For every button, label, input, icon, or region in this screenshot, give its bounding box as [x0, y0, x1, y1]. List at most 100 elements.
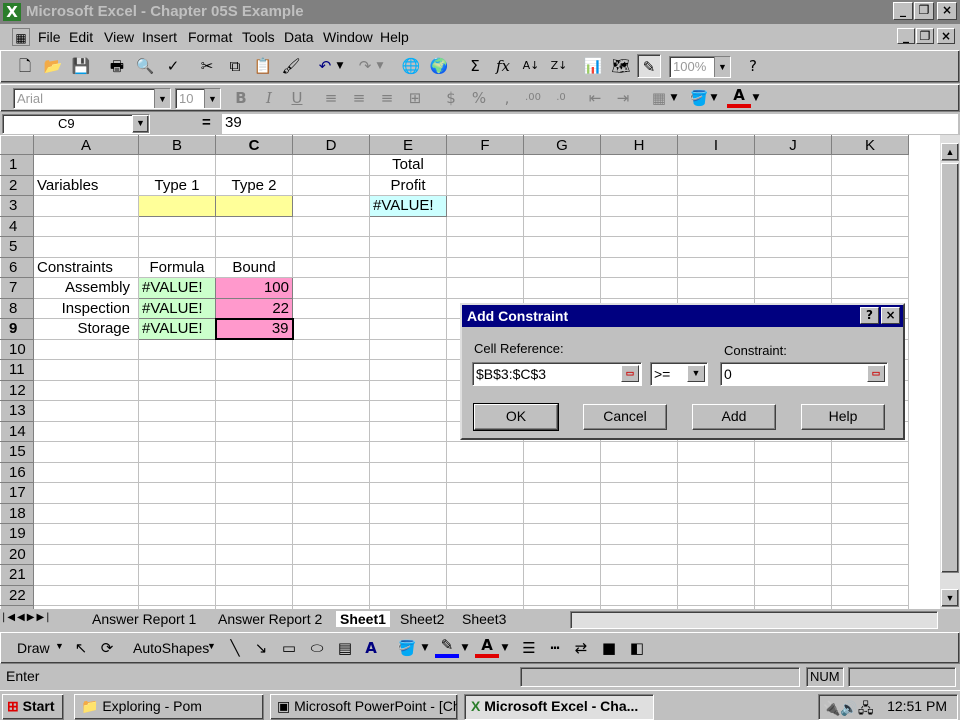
cell-f6[interactable] [446, 256, 524, 278]
cell-d18[interactable] [292, 502, 370, 524]
cell-k16[interactable] [831, 461, 909, 483]
cell-j3[interactable] [754, 195, 832, 217]
cell-d14[interactable] [292, 420, 370, 442]
tray-icons[interactable]: 🔌🔊🖧 [823, 700, 873, 716]
cell-d21[interactable] [292, 564, 370, 586]
cell-d10[interactable] [292, 338, 370, 360]
italic-icon[interactable]: I [257, 86, 281, 110]
column-header-i[interactable]: I [677, 135, 755, 155]
cell-e16[interactable] [369, 461, 447, 483]
row-header[interactable]: 22 [0, 584, 34, 606]
cell-g1[interactable] [523, 154, 601, 176]
row-header[interactable]: 14 [0, 420, 34, 442]
cell-i2[interactable] [677, 174, 755, 196]
cell-d9[interactable] [292, 318, 370, 340]
row-header[interactable]: 20 [0, 543, 34, 565]
cell-a14[interactable] [33, 420, 139, 442]
cell-f17[interactable] [446, 482, 524, 504]
dialog-title-bar[interactable]: Add Constraint ? × [462, 305, 903, 327]
cell-e5[interactable] [369, 236, 447, 258]
dash-style-icon[interactable]: ┅ [543, 636, 567, 660]
cell-f5[interactable] [446, 236, 524, 258]
cell-h15[interactable] [600, 441, 678, 463]
text-box-icon[interactable]: ▤ [333, 636, 357, 660]
tab-answer-report-2[interactable]: Answer Report 2 [218, 611, 322, 627]
font-select[interactable]: Arial ▼ [13, 88, 171, 109]
cell-c1[interactable] [215, 154, 293, 176]
cell-b18[interactable] [138, 502, 216, 524]
cell-g17[interactable] [523, 482, 601, 504]
cell-j22[interactable] [754, 584, 832, 606]
column-header-h[interactable]: H [600, 135, 678, 155]
cell-k1[interactable] [831, 154, 909, 176]
cell-b3[interactable] [138, 195, 216, 217]
row-header[interactable]: 7 [0, 277, 34, 299]
cell-a1[interactable] [33, 154, 139, 176]
cell-f15[interactable] [446, 441, 524, 463]
align-center-icon[interactable]: ≡ [347, 86, 371, 110]
cell-d15[interactable] [292, 441, 370, 463]
cell-i5[interactable] [677, 236, 755, 258]
row-header[interactable]: 8 [0, 297, 34, 319]
cell-c20[interactable] [215, 543, 293, 565]
cell-c19[interactable] [215, 523, 293, 545]
operator-select[interactable]: >= ▼ [650, 362, 708, 386]
cell-g21[interactable] [523, 564, 601, 586]
3d-icon[interactable]: ◧ [625, 636, 649, 660]
cell-c7[interactable]: 100 [215, 277, 293, 299]
cell-d16[interactable] [292, 461, 370, 483]
cell-e8[interactable] [369, 297, 447, 319]
cell-a17[interactable] [33, 482, 139, 504]
cell-j21[interactable] [754, 564, 832, 586]
window-title-bar[interactable]: X Microsoft Excel - Chapter 05S Example … [0, 0, 960, 24]
cell-c16[interactable] [215, 461, 293, 483]
cell-c9[interactable]: 39 [214, 317, 294, 340]
font-color-icon[interactable]: A [475, 636, 499, 658]
cell-i1[interactable] [677, 154, 755, 176]
row-header[interactable]: 6 [0, 256, 34, 278]
row-header[interactable]: 17 [0, 482, 34, 504]
cell-h4[interactable] [600, 215, 678, 237]
cell-k17[interactable] [831, 482, 909, 504]
menu-window[interactable]: Window [323, 29, 373, 45]
fill-color-icon[interactable]: 🪣 [395, 636, 419, 660]
cell-k6[interactable] [831, 256, 909, 278]
cell-e18[interactable] [369, 502, 447, 524]
menu-help[interactable]: Help [380, 29, 409, 45]
cell-d17[interactable] [292, 482, 370, 504]
draw-menu[interactable]: Draw [17, 640, 50, 656]
cell-e20[interactable] [369, 543, 447, 565]
currency-icon[interactable]: $ [439, 86, 463, 110]
cell-h5[interactable] [600, 236, 678, 258]
workbook-icon[interactable]: ▦ [12, 28, 30, 46]
doc-minimize-button[interactable]: _ [897, 28, 915, 44]
cell-g7[interactable] [523, 277, 601, 299]
cell-b6[interactable]: Formula [138, 256, 216, 278]
scroll-down-icon[interactable]: ▼ [941, 589, 959, 607]
formula-input[interactable]: 39 [222, 114, 958, 134]
doc-restore-button[interactable]: ❐ [916, 28, 934, 44]
menu-data[interactable]: Data [284, 29, 314, 45]
select-all-corner[interactable] [0, 135, 34, 155]
row-header[interactable]: 4 [0, 215, 34, 237]
redo-dropdown-icon[interactable]: ▼ [373, 54, 387, 78]
cell-i21[interactable] [677, 564, 755, 586]
cell-d22[interactable] [292, 584, 370, 606]
format-painter-icon[interactable]: 🖌 [279, 54, 303, 78]
cell-h20[interactable] [600, 543, 678, 565]
line-color-icon[interactable]: ✎ [435, 636, 459, 658]
dialog-close-icon[interactable]: × [881, 307, 900, 324]
cell-a22[interactable] [33, 584, 139, 606]
cell-e4[interactable] [369, 215, 447, 237]
cell-j19[interactable] [754, 523, 832, 545]
arrow-style-icon[interactable]: ⇄ [569, 636, 593, 660]
task-exploring[interactable]: 📁 Exploring - Pom [74, 694, 264, 720]
cell-j7[interactable] [754, 277, 832, 299]
cell-h19[interactable] [600, 523, 678, 545]
autoshapes-menu[interactable]: AutoShapes [133, 640, 209, 656]
merge-center-icon[interactable]: ⊞ [403, 86, 427, 110]
tab-answer-report-1[interactable]: Answer Report 1 [92, 611, 196, 627]
cell-g4[interactable] [523, 215, 601, 237]
start-button[interactable]: ⊞ Start [2, 694, 64, 720]
cell-e22[interactable] [369, 584, 447, 606]
